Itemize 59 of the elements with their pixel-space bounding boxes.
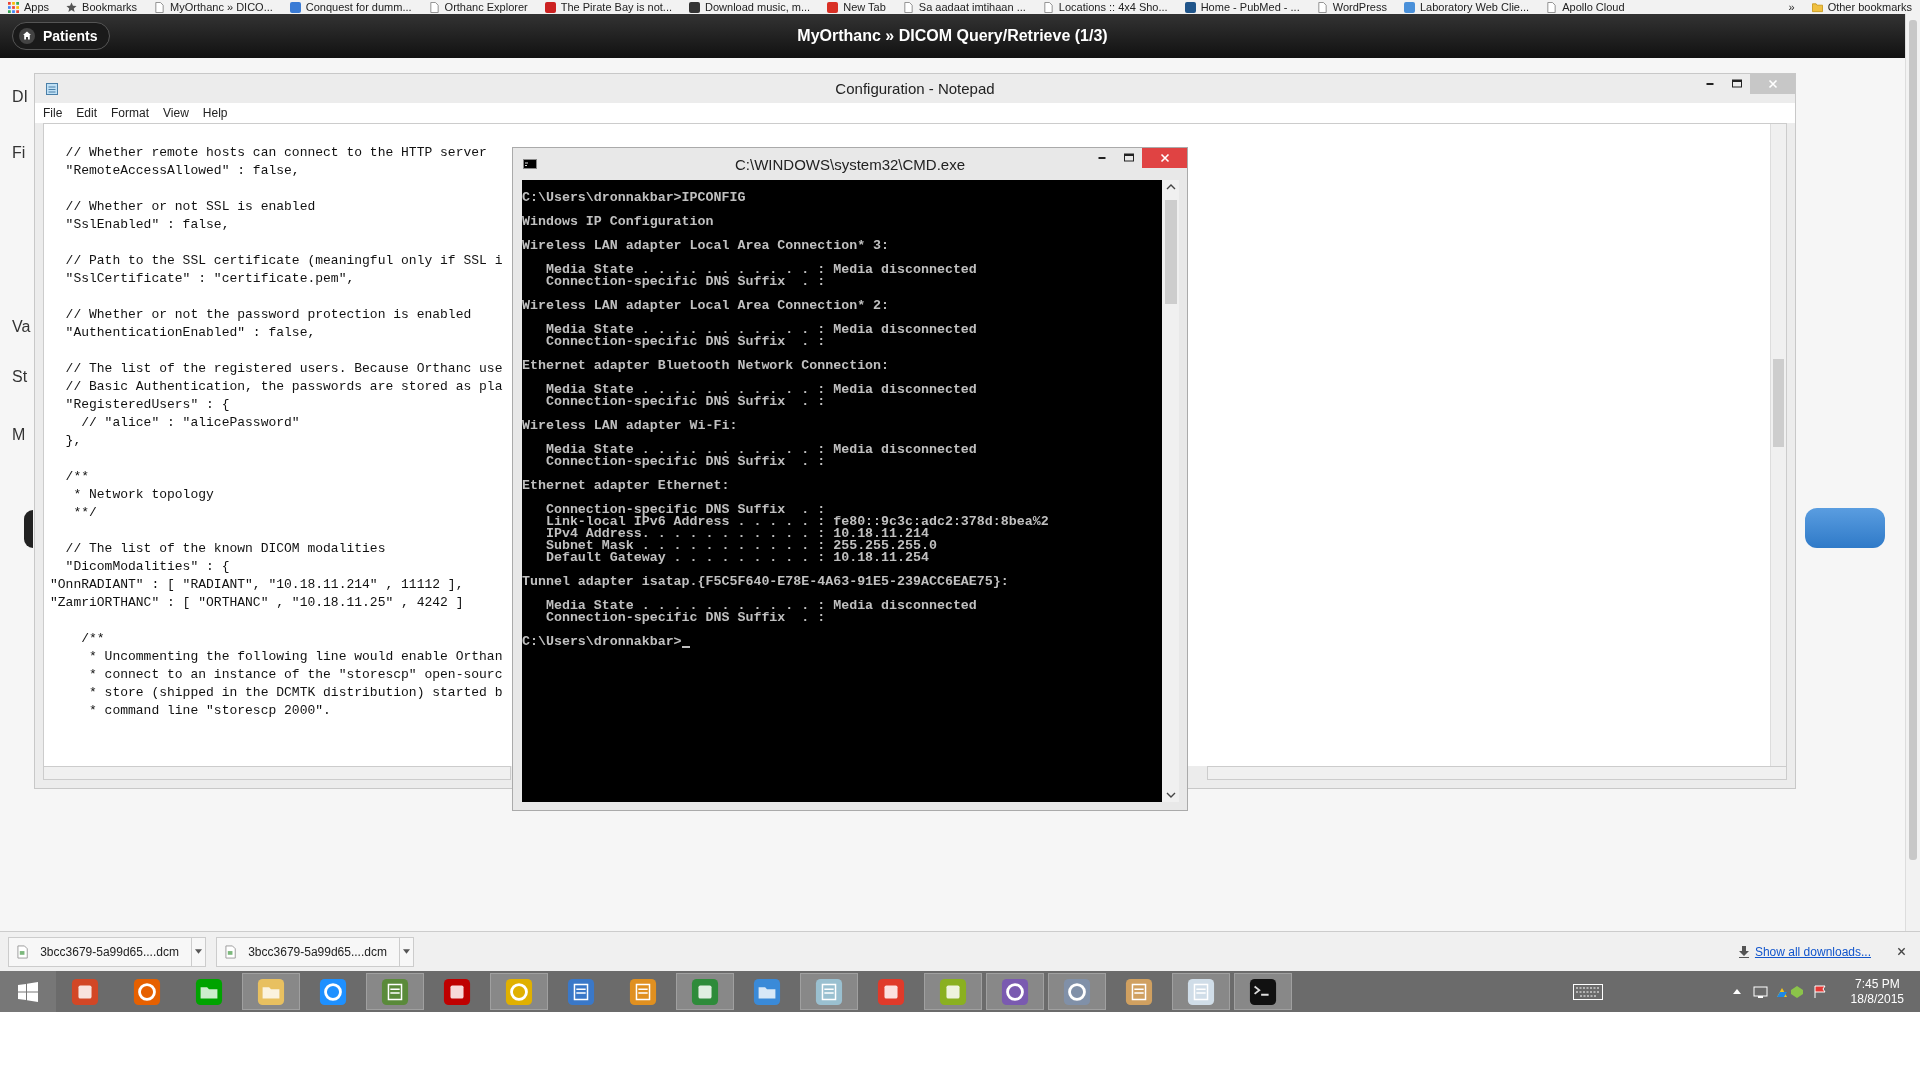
code-line: **/ (72, 504, 97, 522)
console-line: Connection-specific DNS Suffix . : (544, 336, 826, 348)
console-line: Connection-specific DNS Suffix . : (544, 396, 826, 408)
code-line: "OnnRADIANT" : [ "RADIANT", "10.18.11.214" , 11112 ], (50, 576, 464, 594)
console-line: Subnet Mask . . . . . . . . . . . : 255.255.255.0 (544, 540, 937, 552)
code-line: "RemoteAccessAllowed" : false, (64, 162, 300, 180)
code-line: // The list of the known DICOM modalities (64, 540, 386, 558)
console-line: Media State . . . . . . . . . . . : Media disconnected (544, 600, 977, 612)
console-line: Wireless LAN adapter Local Area Connection* 3: (522, 240, 890, 252)
console-line: Tunnel adapter isatap.{F5C5F640-E78E-4A63-91E5-239ACC6EAE75}: (522, 576, 1009, 588)
console-line: Media State . . . . . . . . . . . : Media disconnected (544, 444, 977, 456)
console-line: Connection-specific DNS Suffix . : (544, 276, 826, 288)
code-line: // The list of the registered users. Because Orthanc use (64, 360, 503, 378)
console-line: Windows IP Configuration (522, 216, 714, 228)
code-line: "RegisteredUsers" : { (64, 396, 230, 414)
code-line: /** (80, 630, 105, 648)
code-line: "SslEnabled" : false, (64, 216, 230, 234)
form-label: St (12, 368, 28, 386)
console-line: Media State . . . . . . . . . . . : Media disconnected (544, 324, 977, 336)
code-line: // Whether remote hosts can connect to the HTTP server (64, 144, 487, 162)
command-prompt: C:\Users\dronnakbar> (522, 636, 682, 648)
page-title: MyOrthanc » DICOM Query/Retrieve (1/3) (797, 27, 1108, 45)
form-label: Va (12, 318, 31, 336)
console-line: Wireless LAN adapter Local Area Connection* 2: (522, 300, 890, 312)
code-line: * Uncommenting the following line would enable Orthan (88, 648, 503, 666)
console-line: Ethernet adapter Bluetooth Network Connection: (522, 360, 890, 372)
code-line: "AuthenticationEnabled" : false, (64, 324, 316, 342)
console-line: Default Gateway . . . . . . . . . : 10.18.11.254 (544, 552, 929, 564)
console-line: Ethernet adapter Ethernet: (522, 480, 730, 492)
code-line: // "alice" : "alicePassword" (80, 414, 300, 432)
file-name: 3bcc3679-5a99d65....dcm (40, 944, 179, 959)
console-line: Connection-specific DNS Suffix . : (544, 612, 826, 624)
code-line: * Network topology (72, 486, 214, 504)
code-line: // Whether or not the password protection is enabled (64, 306, 472, 324)
code-line: // Path to the SSL certificate (meaningful only if SSL i (64, 252, 503, 270)
file-name: 3bcc3679-5a99d65....dcm (248, 944, 387, 959)
window-title: C:\WINDOWS\system32\CMD.exe (735, 155, 965, 173)
console-line: Connection-specific DNS Suffix . : (544, 456, 826, 468)
console-line: Wireless LAN adapter Wi-Fi: (522, 420, 738, 432)
code-line: "SslCertificate" : "certificate.pem", (64, 270, 355, 288)
code-line: "ZamriORTHANC" : [ "ORTHANC" , "10.18.11.25" , 4242 ] (50, 594, 464, 612)
code-line: * store (shipped in the DCMTK distribution) started b (88, 684, 503, 702)
code-line: /** (64, 468, 89, 486)
console-line: Media State . . . . . . . . . . . : Media disconnected (544, 384, 977, 396)
console-line: C:\Users\dronnakbar>IPCONFIG (522, 192, 746, 204)
console-line: Connection-specific DNS Suffix . : (544, 504, 826, 516)
code-line: }, (64, 432, 82, 450)
console-line: IPv4 Address. . . . . . . . . . . : 10.18.11.214 (544, 528, 929, 540)
form-label: DI (12, 88, 28, 106)
form-label: Fi (12, 144, 26, 162)
code-line: // Basic Authentication, the passwords are stored as pla (64, 378, 503, 396)
code-line: "DicomModalities" : { (64, 558, 230, 576)
form-label: M (12, 426, 26, 444)
console-line: Media State . . . . . . . . . . . : Media disconnected (544, 264, 977, 276)
code-line: * connect to an instance of the "storescp" open-sourc (88, 666, 503, 684)
code-line: * command line "storescp 2000". (88, 702, 331, 720)
console-line: Link-local IPv6 Address . . . . . : fe80::9c3c:adc2:378d:8bea%2 (544, 516, 1049, 528)
code-line: // Whether or not SSL is enabled (64, 198, 316, 216)
window-title: Configuration - Notepad (835, 80, 995, 97)
